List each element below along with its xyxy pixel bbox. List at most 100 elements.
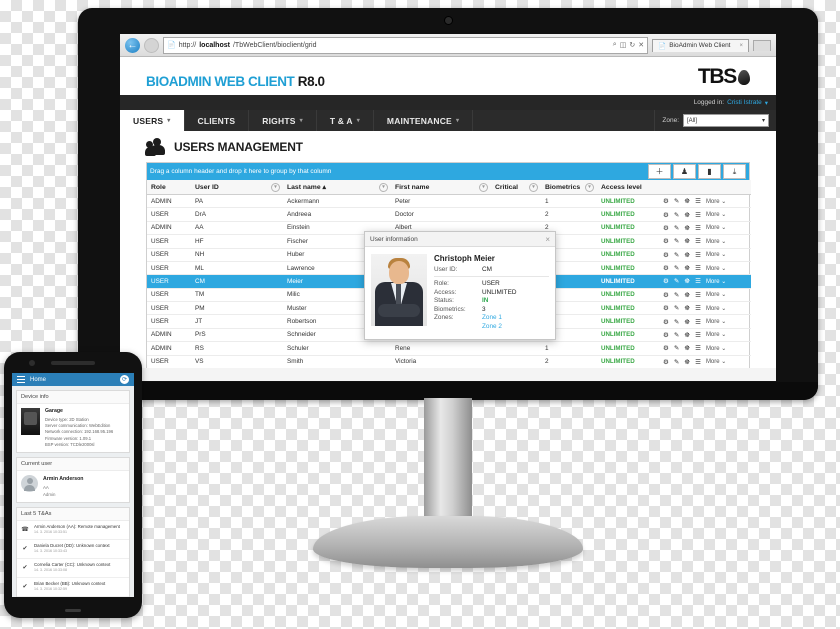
row-more-button[interactable]: More ⌄	[706, 224, 726, 231]
column-header-biometrics[interactable]: Biometrics ▾	[541, 180, 597, 195]
phone-home-button[interactable]	[65, 609, 81, 612]
address-bar[interactable]: 📄 http://localhost/TbWebClient/bioclient…	[163, 36, 649, 54]
nav-item-clients[interactable]: CLIENTS	[185, 110, 250, 131]
nav-item-maintenance[interactable]: MAINTENANCE ▾	[374, 110, 474, 131]
table-row[interactable]: ADMIN PA Ackermann Peter 1 UNLIMITED ⚙ ✎ ☸ ☰ More …	[147, 194, 751, 209]
row-more-button[interactable]: More ⌄	[706, 345, 726, 352]
edit-icon[interactable]: ✎	[674, 318, 679, 326]
fingerprint-icon[interactable]: ☸	[684, 197, 690, 205]
settings-icon[interactable]: ⚙	[663, 224, 669, 232]
settings-icon[interactable]: ⚙	[663, 358, 669, 366]
fingerprint-icon[interactable]: ☸	[684, 358, 690, 366]
settings-icon[interactable]: ⚙	[663, 237, 669, 245]
settings-icon[interactable]: ⚙	[663, 211, 669, 219]
search-icon[interactable]: ⌕	[613, 41, 617, 49]
browser-tab[interactable]: 📄 BioAdmin Web Client ×	[652, 38, 749, 52]
settings-icon[interactable]: ⚙	[663, 318, 669, 326]
row-more-button[interactable]: More ⌄	[706, 238, 726, 245]
edit-icon[interactable]: ✎	[674, 344, 679, 352]
row-more-button[interactable]: More ⌄	[706, 265, 726, 272]
nav-item-ta[interactable]: T & A ▾	[317, 110, 374, 131]
list-item[interactable]: ☎ Armin Anderson (AA): Remote management 1…	[17, 521, 129, 540]
delete-icon[interactable]: ☰	[695, 197, 701, 205]
delete-icon[interactable]: ☰	[695, 251, 701, 259]
delete-icon[interactable]: ☰	[695, 318, 701, 326]
delete-icon[interactable]: ☰	[695, 344, 701, 352]
table-row[interactable]: ADMIN RS Schuler Rene 1 UNLIMITED ⚙ ✎ ☸ ☰ More ⌄	[147, 341, 751, 356]
popup-field-value[interactable]: Zone 1	[482, 314, 502, 321]
new-tab-button[interactable]	[753, 39, 771, 51]
delete-icon[interactable]: ☰	[695, 264, 701, 272]
edit-icon[interactable]: ✎	[674, 264, 679, 272]
group-by-bar[interactable]: Drag a column header and drop it here to…	[147, 163, 749, 180]
edit-icon[interactable]: ✎	[674, 304, 679, 312]
row-more-button[interactable]: More ⌄	[706, 331, 726, 338]
fingerprint-icon[interactable]: ☸	[684, 331, 690, 339]
fingerprint-icon[interactable]: ☸	[684, 264, 690, 272]
settings-icon[interactable]: ⚙	[663, 197, 669, 205]
settings-icon[interactable]: ⚙	[663, 331, 669, 339]
filter-icon[interactable]: ▾	[271, 183, 280, 192]
column-header-access-level[interactable]: Access level	[597, 180, 659, 195]
fingerprint-icon[interactable]: ☸	[684, 344, 690, 352]
back-arrow-icon[interactable]: ←	[125, 37, 140, 53]
table-row[interactable]: USER DrA Andreea Doctor 2 UNLIMITED ⚙ ✎ ☸ ☰ More ⌄	[147, 207, 751, 222]
column-header-first-name[interactable]: First name ▾	[391, 180, 491, 195]
delete-icon[interactable]: ☰	[695, 237, 701, 245]
edit-icon[interactable]: ✎	[674, 211, 679, 219]
edit-icon[interactable]: ✎	[674, 291, 679, 299]
row-more-button[interactable]: More ⌄	[706, 278, 726, 285]
filter-icon[interactable]: ▾	[479, 183, 488, 192]
edit-icon[interactable]: ✎	[674, 197, 679, 205]
zone-select[interactable]: [All] ▾	[683, 114, 769, 127]
row-more-button[interactable]: More ⌄	[706, 291, 726, 298]
list-item[interactable]: ✔ Brian Becker (BB): Unknown context 14. 3…	[17, 578, 129, 597]
hamburger-menu-icon[interactable]	[17, 376, 25, 383]
filter-icon[interactable]: ▾	[379, 183, 388, 192]
list-item[interactable]: ✔ Daniela Ducret (DD): Unknown context 14.…	[17, 540, 129, 559]
close-icon[interactable]: ×	[545, 235, 550, 244]
filter-icon[interactable]: ▾	[529, 183, 538, 192]
delete-icon[interactable]: ☰	[695, 304, 701, 312]
row-more-button[interactable]: More ⌄	[706, 318, 726, 325]
settings-icon[interactable]: ⚙	[663, 277, 669, 285]
delete-icon[interactable]: ☰	[695, 291, 701, 299]
export-users-button[interactable]: ⤓	[723, 164, 746, 179]
column-header-role[interactable]: Role	[147, 180, 191, 195]
nav-item-users[interactable]: USERS ▾	[120, 110, 185, 131]
reader-icon[interactable]: ◫	[620, 41, 627, 49]
import-user-button[interactable]: ♟	[673, 164, 696, 179]
delete-icon[interactable]: ☰	[695, 331, 701, 339]
settings-icon[interactable]: ⚙	[663, 344, 669, 352]
fingerprint-icon[interactable]: ☸	[684, 291, 690, 299]
refresh-icon[interactable]: ↻	[629, 41, 635, 49]
list-item[interactable]: ✔ Cornelia Carter (CC): Unknown context 14…	[17, 559, 129, 578]
settings-icon[interactable]: ⚙	[663, 304, 669, 312]
close-icon[interactable]: ×	[739, 43, 743, 49]
settings-icon[interactable]: ⚙	[663, 264, 669, 272]
chevron-down-icon[interactable]: ▾	[765, 99, 768, 107]
delete-icon[interactable]: ☰	[695, 277, 701, 285]
edit-icon[interactable]: ✎	[674, 331, 679, 339]
column-header-last-name[interactable]: Last name ▴ ▾	[283, 180, 391, 195]
nav-item-rights[interactable]: RIGHTS ▾	[249, 110, 317, 131]
fingerprint-icon[interactable]: ☸	[684, 224, 690, 232]
filter-icon[interactable]: ▾	[585, 183, 594, 192]
delete-icon[interactable]: ☰	[695, 224, 701, 232]
row-more-button[interactable]: More ⌄	[706, 251, 726, 258]
edit-icon[interactable]: ✎	[674, 358, 679, 366]
edit-icon[interactable]: ✎	[674, 251, 679, 259]
settings-icon[interactable]: ⚙	[663, 291, 669, 299]
edit-icon[interactable]: ✎	[674, 277, 679, 285]
address-bar-icons[interactable]: ⌕ ◫ ↻ ✕	[609, 41, 644, 49]
logged-in-user-menu[interactable]: Cristi Istrate	[727, 99, 762, 106]
row-more-button[interactable]: More ⌄	[706, 305, 726, 312]
fingerprint-icon[interactable]: ☸	[684, 277, 690, 285]
stop-icon[interactable]: ✕	[638, 41, 644, 49]
fingerprint-icon[interactable]: ☸	[684, 251, 690, 259]
fingerprint-icon[interactable]: ☸	[684, 211, 690, 219]
table-row[interactable]: USER VS Smith Victoria 2 UNLIMITED ⚙ ✎ ☸ ☰ More ⌄	[147, 355, 751, 368]
fingerprint-icon[interactable]: ☸	[684, 304, 690, 312]
refresh-icon[interactable]: ⟳	[120, 375, 129, 384]
fingerprint-icon[interactable]: ☸	[684, 237, 690, 245]
